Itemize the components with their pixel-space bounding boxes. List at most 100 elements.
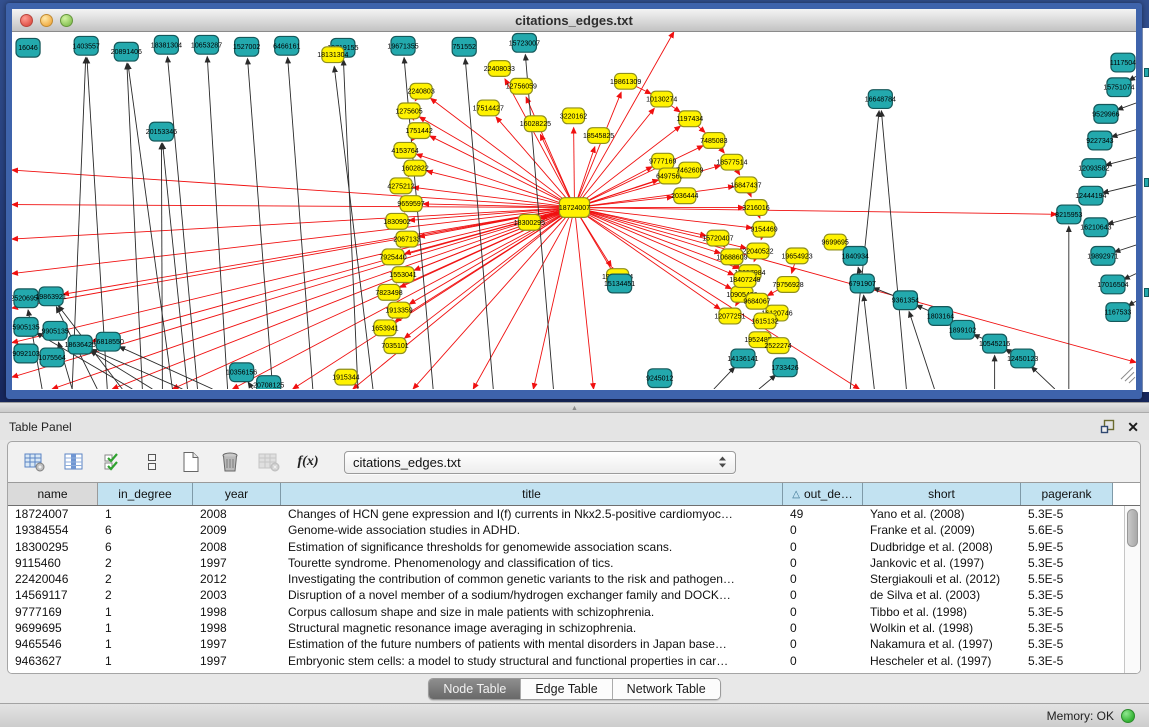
graph-node-label: 17514427 xyxy=(473,105,504,112)
table-row[interactable]: 946554611997Estimation of the future num… xyxy=(8,636,1124,652)
float-panel-icon[interactable] xyxy=(1100,419,1115,434)
graph-node-label: 7035101 xyxy=(381,343,408,350)
graph-node-label: 9361354 xyxy=(892,298,919,305)
close-window-button[interactable] xyxy=(20,14,33,27)
network-window: citations_edges.txt 16046140355720891406… xyxy=(6,3,1142,399)
graph-node-label: 1167533 xyxy=(1105,310,1132,317)
graph-node-label: 9529966 xyxy=(1092,111,1119,118)
table-selector-dropdown[interactable]: citations_edges.txt xyxy=(344,451,736,474)
table-cell: Embryonic stem cells: a model to study s… xyxy=(281,653,783,669)
table-row[interactable]: 2242004622012Investigating the contribut… xyxy=(8,571,1124,587)
table-row[interactable]: 911546021997Tourette syndrome. Phenomeno… xyxy=(8,555,1124,571)
table-panel-body: f(x) citations_edges.txt namein_degreeye… xyxy=(7,441,1141,674)
graph-node-label: 1803164 xyxy=(927,314,954,321)
graph-edge xyxy=(427,171,575,208)
graph-node-label: 1527002 xyxy=(233,44,260,51)
graph-node-label: 2067133 xyxy=(393,237,420,244)
splitter-grip-icon[interactable]: ▲ xyxy=(570,405,579,412)
table-tabs-row: Node TableEdge TableNetwork Table xyxy=(0,674,1149,703)
table-cell: Nakamura et al. (1997) xyxy=(863,636,1021,652)
tab-edge-table[interactable]: Edge Table xyxy=(521,679,612,699)
background-node-fragment xyxy=(1144,288,1149,297)
column-header-short[interactable]: short xyxy=(863,483,1021,505)
dropdown-arrows-icon xyxy=(718,455,727,469)
table-mode-button[interactable] xyxy=(22,450,48,474)
table-cell: Dudbridge et al. (2008) xyxy=(863,539,1021,555)
graph-edge xyxy=(172,208,574,389)
column-header-title[interactable]: title xyxy=(281,483,783,505)
delete-table-button-disabled[interactable] xyxy=(256,450,282,474)
graph-edge xyxy=(430,136,575,208)
column-header-name[interactable]: name xyxy=(8,483,98,505)
zoom-window-button[interactable] xyxy=(60,14,73,27)
graph-node-label: 3220162 xyxy=(560,113,587,120)
table-cell: 6 xyxy=(98,522,193,538)
tab-node-table[interactable]: Node Table xyxy=(429,679,521,699)
graph-node-label: 19671355 xyxy=(387,43,418,50)
function-builder-button[interactable]: f(x) xyxy=(295,450,321,474)
table-cell: 1998 xyxy=(193,620,281,636)
table-row[interactable]: 1456911722003Disruption of a novel membe… xyxy=(8,587,1124,603)
citation-network-graph: 1604614035572089140618381304106532871527… xyxy=(12,32,1136,389)
table-cell: 2 xyxy=(98,555,193,571)
network-canvas[interactable]: 1604614035572089140618381304106532871527… xyxy=(12,32,1136,389)
tab-network-table[interactable]: Network Table xyxy=(613,679,720,699)
table-cell: Corpus callosum shape and size in male p… xyxy=(281,604,783,620)
graph-node-label: 15751074 xyxy=(1103,85,1134,92)
table-cell: 6 xyxy=(98,539,193,555)
status-bar: Memory: OK xyxy=(0,703,1149,727)
column-header-year[interactable]: year xyxy=(193,483,281,505)
graph-node-label: 20708125 xyxy=(253,383,284,389)
scrollbar-thumb[interactable] xyxy=(1127,509,1138,547)
graph-node-label: 7485083 xyxy=(700,138,727,145)
table-row[interactable]: 1938455462009Genome-wide association stu… xyxy=(8,522,1124,538)
graph-node-label: 1197434 xyxy=(676,116,703,123)
graph-edge xyxy=(207,57,227,389)
delete-column-button[interactable] xyxy=(217,450,243,474)
graph-node-label: 10545216 xyxy=(979,341,1010,348)
graph-edge xyxy=(343,60,358,389)
close-panel-icon[interactable]: ✕ xyxy=(1127,420,1139,434)
table-row[interactable]: 946362711997Embryonic stem cells: a mode… xyxy=(8,653,1124,669)
table-cell: Franke et al. (2009) xyxy=(863,522,1021,538)
table-cell: 9777169 xyxy=(8,604,98,620)
function-builder-icon: f(x) xyxy=(298,454,319,470)
column-header-out_de[interactable]: △out_de… xyxy=(783,483,863,505)
graph-node-label: 9659597 xyxy=(397,201,424,208)
table-row[interactable]: 969969511998Structural magnetic resonanc… xyxy=(8,620,1124,636)
memory-status-icon[interactable] xyxy=(1121,709,1135,723)
column-chooser-button[interactable] xyxy=(139,450,165,474)
panel-splitter[interactable]: ▲ xyxy=(0,402,1149,413)
graph-node-label: 18545825 xyxy=(583,133,614,140)
vertical-scrollbar[interactable] xyxy=(1124,506,1140,673)
show-columns-button[interactable] xyxy=(61,450,87,474)
column-header-pagerank[interactable]: pagerank xyxy=(1021,483,1113,505)
table-cell: Investigating the contribution of common… xyxy=(281,571,783,587)
column-header-in_degree[interactable]: in_degree xyxy=(98,483,193,505)
graph-node-label: 15134451 xyxy=(604,281,635,288)
table-cell: 5.3E-5 xyxy=(1021,653,1113,669)
network-window-titlebar[interactable]: citations_edges.txt xyxy=(12,9,1136,32)
graph-node-label: 9092103 xyxy=(12,351,39,358)
canvas-resize-grip[interactable] xyxy=(1121,367,1135,383)
select-columns-button[interactable] xyxy=(100,450,126,474)
graph-node-label: 1275605 xyxy=(395,108,422,115)
table-cell: Disruption of a novel member of a sodium… xyxy=(281,587,783,603)
table-cell: 0 xyxy=(783,636,863,652)
graph-edge xyxy=(575,208,732,289)
graph-edge xyxy=(1107,216,1136,224)
new-column-button[interactable] xyxy=(178,450,204,474)
table-row[interactable]: 977716911998Corpus callosum shape and si… xyxy=(8,604,1124,620)
graph-node-label: 19861309 xyxy=(610,79,641,86)
graph-edge xyxy=(334,66,373,389)
table-cell: Tourette syndrome. Phenomenology and cla… xyxy=(281,555,783,571)
table-cell: Jankovic et al. (1997) xyxy=(863,555,1021,571)
table-row[interactable]: 1872400712008Changes of HCN gene express… xyxy=(8,506,1124,522)
table-row[interactable]: 1830029562008Estimation of significance … xyxy=(8,539,1124,555)
graph-edge xyxy=(431,98,575,207)
graph-node-label: 18300295 xyxy=(514,220,545,227)
graph-edge xyxy=(1106,157,1136,165)
graph-node-label: 4153764 xyxy=(391,148,418,155)
minimize-window-button[interactable] xyxy=(40,14,53,27)
background-node-fragment xyxy=(1144,178,1149,187)
